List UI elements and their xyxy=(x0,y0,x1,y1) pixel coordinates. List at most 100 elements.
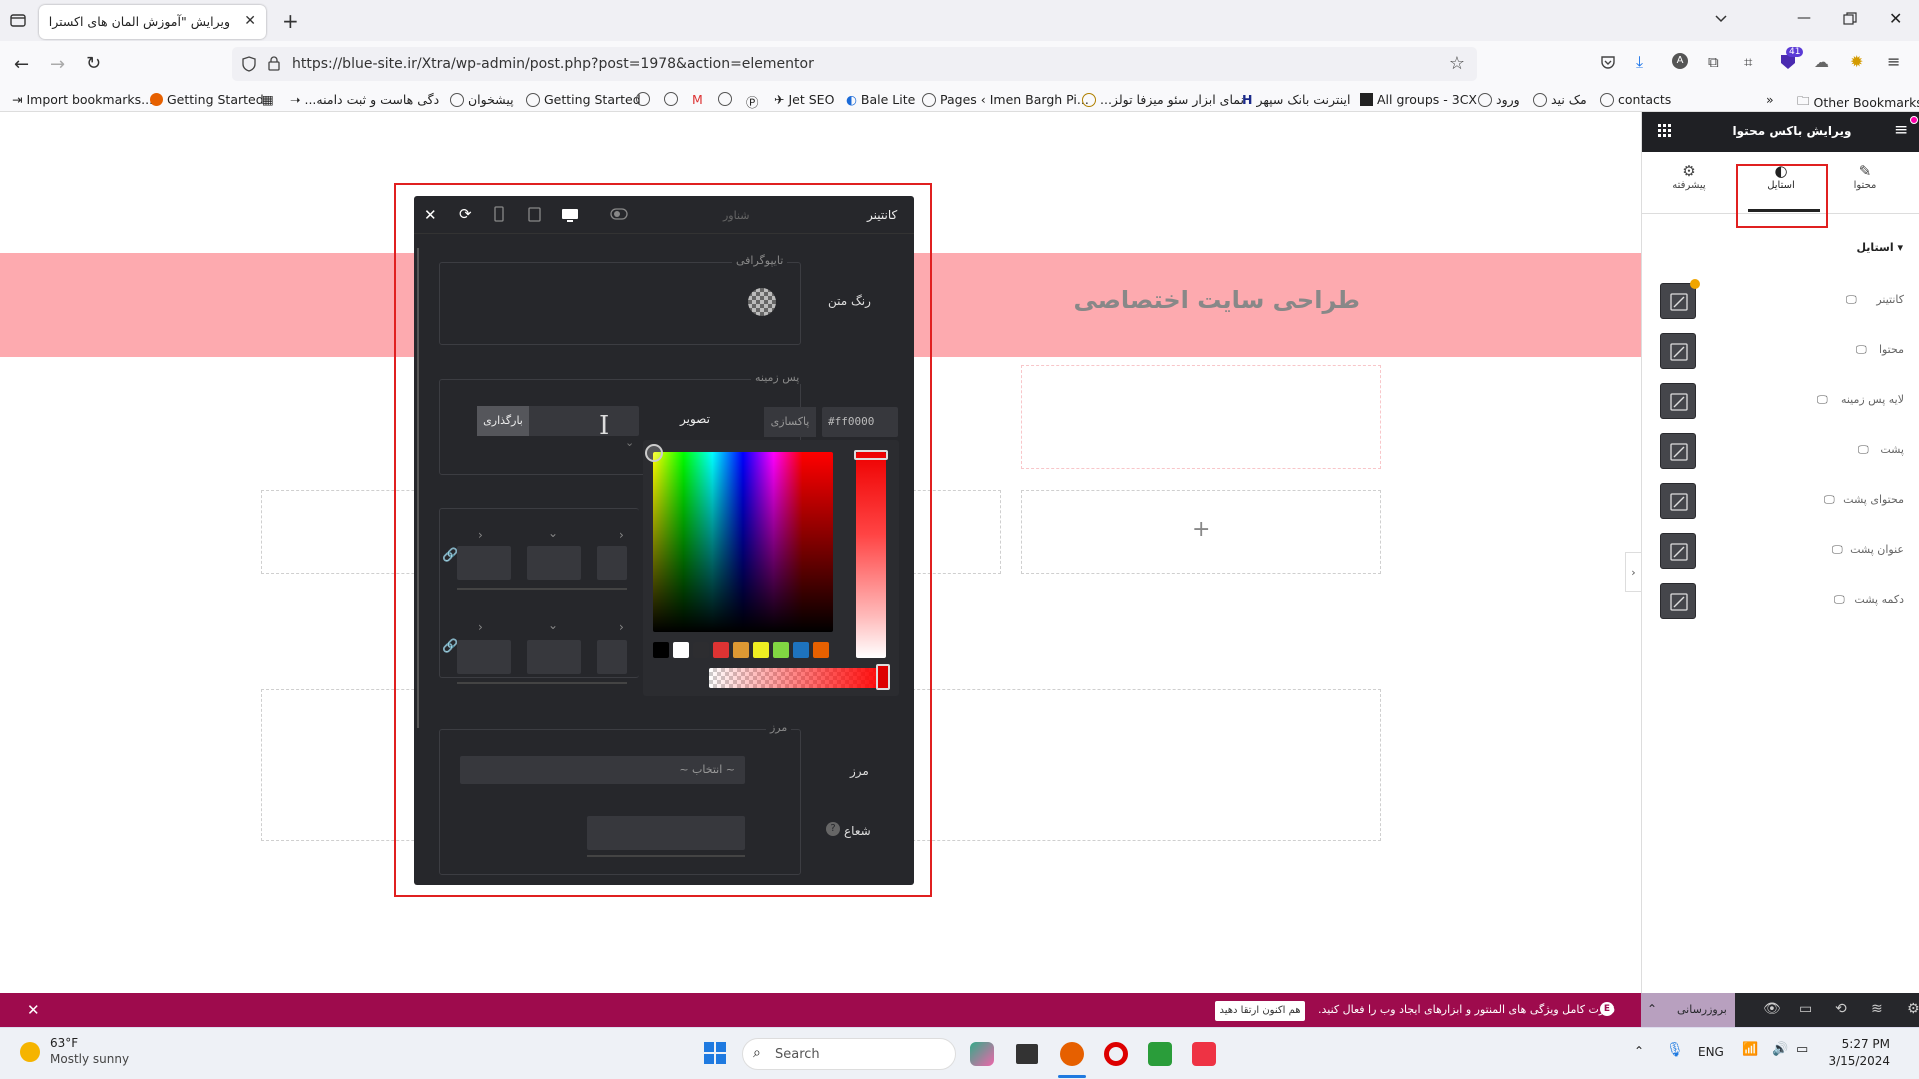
new-tab-icon[interactable]: + xyxy=(282,9,299,33)
edit-bg-layer-button[interactable] xyxy=(1660,383,1696,419)
menu-icon[interactable]: ≡ xyxy=(1887,52,1900,71)
refresh-icon[interactable]: ⟳ xyxy=(459,205,472,223)
settings-gear-icon[interactable]: ⚙ xyxy=(1907,1001,1919,1017)
minimize-icon[interactable]: — xyxy=(1797,10,1811,26)
tab-container[interactable]: کانتینر xyxy=(867,208,897,222)
history-icon[interactable]: ⟲ xyxy=(1835,1001,1847,1017)
hex-input[interactable]: #ff0000 xyxy=(822,407,898,437)
text-color-swatch[interactable] xyxy=(748,288,776,316)
swatch-dark[interactable] xyxy=(693,642,709,658)
slider-track-2[interactable] xyxy=(457,682,627,684)
dismiss-notice-icon[interactable]: ✕ xyxy=(27,1001,40,1019)
add-widget-plus-icon[interactable]: + xyxy=(1192,517,1210,542)
bookmark-contacts[interactable]: contacts xyxy=(1600,92,1671,107)
speaker-icon[interactable]: 🔊 xyxy=(1772,1042,1788,1057)
opera-icon[interactable] xyxy=(1104,1042,1128,1066)
edit-back-content-button[interactable] xyxy=(1660,483,1696,519)
lock-icon[interactable] xyxy=(268,56,280,71)
extension-gear-icon[interactable]: ✹ xyxy=(1850,52,1863,71)
copilot-icon[interactable] xyxy=(970,1042,994,1066)
empty-column-right[interactable]: + xyxy=(1021,490,1381,574)
swatch-red[interactable] xyxy=(713,642,729,658)
desktop-view-icon[interactable] xyxy=(561,208,579,222)
toggle-icon[interactable] xyxy=(610,208,628,220)
bookmark-jet-seo[interactable]: ✈ Jet SEO xyxy=(774,92,834,107)
tablet-view-icon[interactable] xyxy=(528,207,541,222)
style-section-header[interactable]: ▾ استایل xyxy=(1856,241,1903,254)
extension-badge-icon[interactable]: 41 xyxy=(1778,47,1804,71)
taskbar-search[interactable]: ⌕ Search xyxy=(742,1038,956,1070)
bookmark-import[interactable]: ⇥ Import bookmarks... xyxy=(12,92,153,107)
browser-tab[interactable]: ویرایش "آموزش المان های اکسترا – ما ✕ xyxy=(39,5,266,39)
sv-handle[interactable] xyxy=(645,444,663,462)
update-options-chevron-icon[interactable]: ⌃ xyxy=(1647,1002,1657,1016)
wifi-icon[interactable]: 📶 xyxy=(1742,1042,1758,1057)
close-popover-icon[interactable]: ✕ xyxy=(424,206,437,224)
url-field[interactable]: https://blue-site.ir/Xtra/wp-admin/post.… xyxy=(232,47,1477,81)
tab-overflow-chevron-icon[interactable] xyxy=(1714,12,1728,26)
chevron-right-icon[interactable]: › xyxy=(478,528,483,542)
swatch-dark-orange[interactable] xyxy=(813,642,829,658)
mobile-view-icon[interactable] xyxy=(494,206,504,222)
swatch-white[interactable] xyxy=(673,642,689,658)
bookmark-star-icon[interactable]: ☆ xyxy=(1449,53,1465,74)
bookmark-sepehr[interactable]: H اینترنت بانک سپهر xyxy=(1242,92,1350,107)
chevron-down-icon-2[interactable]: ⌄ xyxy=(548,618,558,632)
hamburger-menu-icon[interactable]: ≡ xyxy=(1894,120,1908,140)
downloads-icon[interactable]: ⤓ xyxy=(1636,52,1643,72)
swatch-yellow[interactable] xyxy=(753,642,769,658)
bookmark-login[interactable]: ورود xyxy=(1478,92,1520,107)
bookmark-mizfa[interactable]: ...نمای ابزار سئو میزفا تولز xyxy=(1082,92,1244,107)
bookmark-getting-started-2[interactable]: Getting Started xyxy=(526,92,641,107)
tab-list-icon[interactable] xyxy=(10,12,26,28)
bookmark-p[interactable]: Ⓟ xyxy=(746,92,759,111)
saturation-value-area[interactable] xyxy=(653,452,833,632)
back-icon[interactable]: ← xyxy=(14,54,29,75)
edit-back-title-button[interactable] xyxy=(1660,533,1696,569)
spacing-input-4[interactable] xyxy=(457,640,511,674)
radius-input[interactable] xyxy=(587,816,745,850)
edit-back-button-button[interactable] xyxy=(1660,583,1696,619)
task-view-icon[interactable] xyxy=(1016,1044,1038,1064)
expand-chevron-icon[interactable]: ⌄ xyxy=(625,436,634,449)
bookmark-mac[interactable]: مک نید xyxy=(1533,92,1587,107)
tab-floating[interactable]: شناور xyxy=(723,209,750,222)
spacing-input-2[interactable] xyxy=(527,546,581,580)
camtasia-red-icon[interactable] xyxy=(1192,1042,1216,1066)
layers-icon[interactable]: ≋ xyxy=(1871,1001,1883,1017)
microphone-icon[interactable]: 🎙 xyxy=(1666,1042,1684,1058)
swatch-black[interactable] xyxy=(653,642,669,658)
bookmark-pages[interactable]: Pages ‹ Imen Bargh Pi... xyxy=(922,92,1089,107)
bookmark-3cx[interactable]: All groups - 3CX xyxy=(1360,92,1477,107)
spacing-input-1[interactable] xyxy=(457,546,511,580)
bookmark-calendar[interactable]: ▦ xyxy=(262,92,274,107)
bookmark-host[interactable]: ➝ ...دگی هاست و ثبت دامنه xyxy=(290,92,439,107)
chevron-right-icon-3[interactable]: › xyxy=(478,620,483,634)
alpha-handle[interactable] xyxy=(876,664,890,690)
edit-back-button[interactable] xyxy=(1660,433,1696,469)
swatch-blue[interactable] xyxy=(793,642,809,658)
bookmark-getting-started[interactable]: Getting Started xyxy=(150,92,264,107)
pocket-icon[interactable] xyxy=(1600,54,1616,70)
update-button[interactable]: بروزرسانی xyxy=(1677,1003,1727,1016)
restore-icon[interactable] xyxy=(1843,12,1857,26)
popover-scrollbar[interactable] xyxy=(417,248,419,728)
chevron-right-icon-4[interactable]: › xyxy=(619,620,624,634)
bookmark-globe-2[interactable] xyxy=(664,92,678,106)
chevron-down-icon[interactable]: ⌄ xyxy=(548,526,558,540)
weather-sun-icon[interactable] xyxy=(20,1042,40,1062)
bookmarks-overflow-icon[interactable]: » xyxy=(1766,92,1774,107)
forward-icon[interactable]: → xyxy=(50,54,65,75)
windows-start-icon[interactable] xyxy=(704,1042,726,1064)
other-bookmarks[interactable]: 🗀 Other Bookmarks xyxy=(1797,92,1919,113)
camtasia-green-icon[interactable] xyxy=(1148,1042,1172,1066)
swatch-orange[interactable] xyxy=(733,642,749,658)
crop-icon[interactable]: ⌗ xyxy=(1744,53,1752,71)
bookmark-bale-lite[interactable]: ◐ Bale Lite xyxy=(846,92,915,107)
radius-slider[interactable] xyxy=(587,855,745,857)
border-select[interactable]: ~ انتخاب ~ xyxy=(460,756,745,784)
responsive-icon[interactable]: ▭ xyxy=(1799,1001,1812,1017)
window-close-icon[interactable]: ✕ xyxy=(1889,9,1902,28)
clock-time[interactable]: 5:27 PM xyxy=(1830,1037,1890,1051)
upgrade-button[interactable]: هم اکنون ارتقا دهید xyxy=(1215,1001,1305,1021)
